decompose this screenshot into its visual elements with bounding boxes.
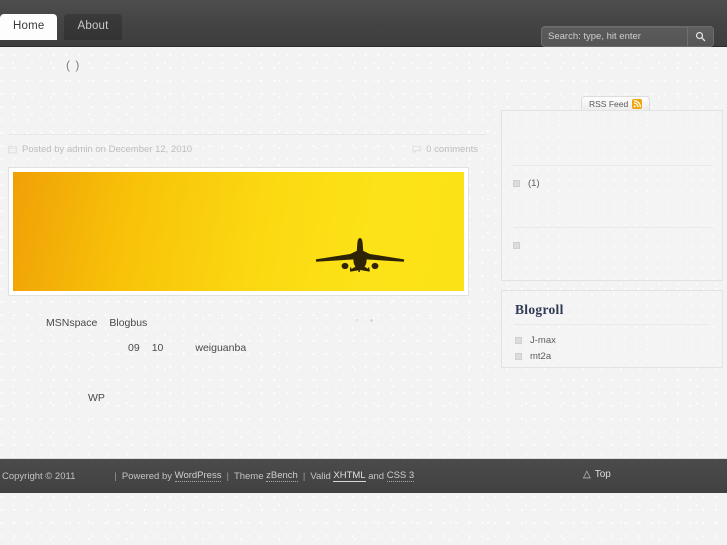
bullet-icon [513,241,520,249]
post-body-line3: WP [88,391,105,404]
post-body: ▫ ▪ MSNspace Blogbus 09 10 weiguanba WP [8,310,486,410]
footer-credits: Copyright © 2011 | Powered by WordPress … [0,470,415,482]
footer-wordpress-link[interactable]: WordPress [174,470,222,482]
post-body-line-1: MSNspace Blogbus [8,310,486,335]
blogroll-link-label: mt2a [530,350,552,362]
sidebar-widget-archives: (1) [501,110,723,281]
post-meta-author-text: Posted by admin on December 12, 2010 [22,144,193,155]
calendar-icon [8,145,17,154]
post-body-line1-b: Blogbus [109,316,148,329]
footer-separator: | [302,470,306,482]
sidebar-widget-blogroll: Blogroll J-max mt2a [501,290,723,368]
search-input[interactable] [542,27,687,46]
page-root: Home About ( ) Posted by admin on Decemb… [0,0,727,545]
footer-and-text: and [368,470,385,482]
footer-theme-prefix: Theme [233,470,264,482]
post-comments-count: 0 comments [426,144,478,155]
nav-tab-home[interactable]: Home [0,14,58,40]
blogroll-heading: Blogroll [515,302,564,317]
post-featured-image [13,172,464,291]
footer-separator: | [226,470,229,482]
post-meta-author-group: Posted by admin on December 12, 2010 [8,144,192,155]
post-title[interactable]: ( ) [8,58,486,80]
bullet-icon [513,179,520,187]
blogroll-link-label: J-max [530,334,556,346]
bullet-icon [515,336,522,344]
unrendered-glyph-marks: ▫ ▪ [355,316,378,325]
post-body-line2-c: weiguanba [195,341,247,354]
airplane-silhouette-icon [315,238,405,272]
site-footer: Copyright © 2011 | Powered by WordPress … [0,458,727,493]
bullet-icon [515,352,522,360]
search-icon [695,31,706,42]
triangle-up-icon: △ [583,469,591,480]
post-body-line2-a: 09 [128,341,140,354]
post-body-line2-b: 10 [151,341,164,354]
back-to-top-label: Top [594,469,611,480]
footer-theme-link[interactable]: zBench [266,470,298,482]
footer-valid-prefix: Valid [310,470,331,482]
archive-list-item[interactable]: (1) [513,175,711,191]
primary-navigation: Home About [0,14,122,40]
footer-separator: | [114,470,117,482]
search-submit-button[interactable] [687,27,713,46]
nav-tab-about[interactable]: About [64,14,122,40]
blogroll-link-item[interactable]: J-max [515,332,709,348]
post-body-line1-a: MSNspace [46,316,98,329]
main-content: ( ) Posted by admin on December 12, 2010… [8,58,486,410]
search-box [541,26,714,47]
rss-feed-tab[interactable]: RSS Feed [581,96,651,111]
footer-powered-prefix: Powered by [121,470,173,482]
footer-css-link[interactable]: CSS 3 [386,470,415,482]
back-to-top-link[interactable]: △ Top [583,469,611,480]
archive-list-item[interactable] [513,237,711,253]
footer-xhtml-link[interactable]: XHTML [333,470,366,482]
post-body-line-2: 09 10 weiguanba [8,335,486,360]
post-body-spacer-row [8,360,486,385]
post-meta-comments-group[interactable]: 0 comments [412,144,486,155]
rss-icon [632,99,643,109]
rss-feed-label: RSS Feed [589,99,629,109]
comment-bubble-icon [412,145,421,154]
site-header: Home About [0,0,727,47]
footer-copyright: Copyright © 2011 [2,470,76,482]
archive-item-label: (1) [528,177,540,189]
post-featured-image-frame [8,167,469,296]
post-body-line-3: WP [8,385,486,410]
post-meta: Posted by admin on December 12, 2010 0 c… [8,134,486,160]
sidebar: RSS Feed (1) Blogroll J-max mt2a [501,96,723,368]
blogroll-link-item[interactable]: mt2a [515,348,709,364]
